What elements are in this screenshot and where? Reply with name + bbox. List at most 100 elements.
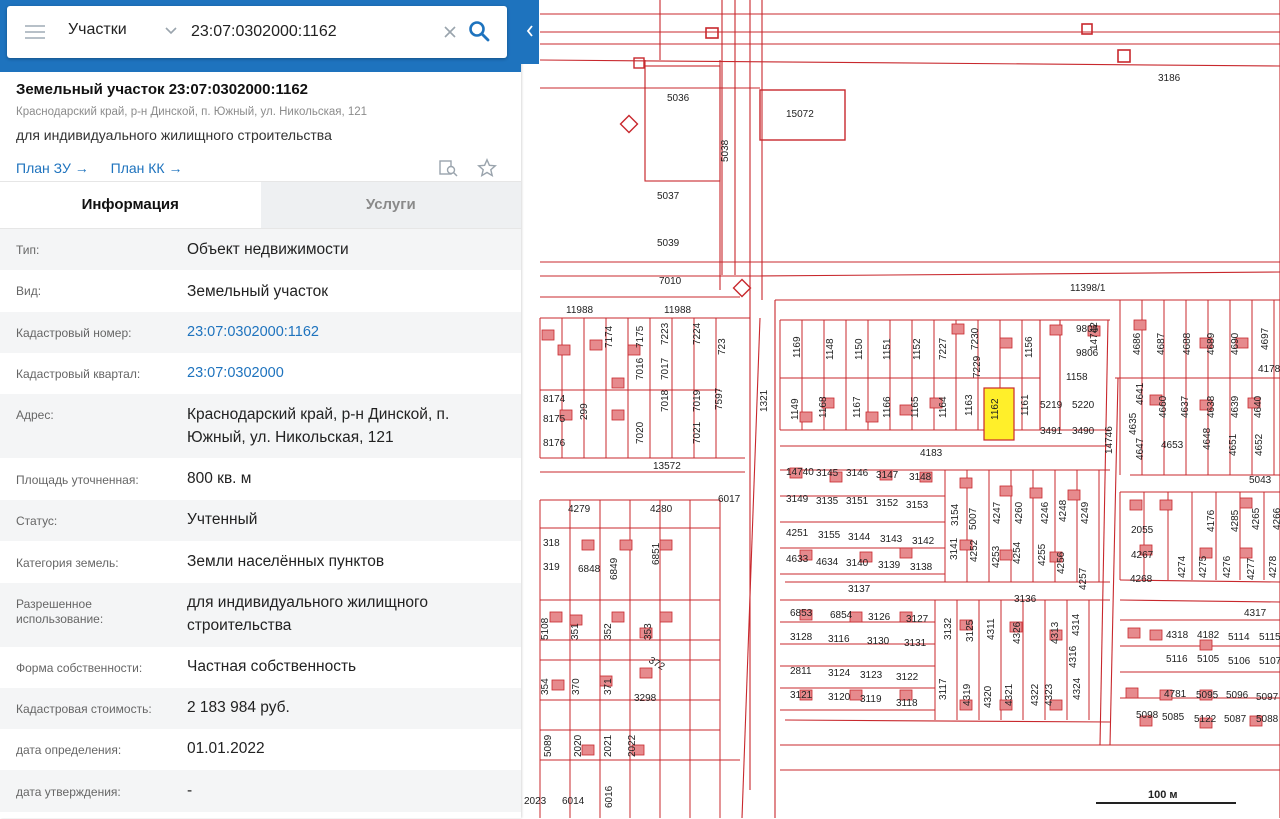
info-row: Тип: Объект недвижимости <box>0 229 521 270</box>
map-building <box>589 339 603 351</box>
parcel-number-label: 4686 <box>1132 332 1143 355</box>
parcel-number-label: 3140 <box>846 558 869 569</box>
parcel-number-label: 4634 <box>816 557 839 568</box>
parcel-number-label: 370 <box>571 678 582 695</box>
parcel-number-label: 4311 <box>986 618 997 640</box>
clear-icon[interactable] <box>441 23 459 41</box>
parcel-number-label: 4260 <box>1014 501 1025 524</box>
parcel-number-label: 3147 <box>876 470 899 481</box>
info-row: Кадастровый квартал: 23:07:0302000 <box>0 353 521 394</box>
parcel-number-label: 4279 <box>568 504 591 515</box>
map-building <box>865 411 879 423</box>
parcel-number-label: 6848 <box>578 564 601 575</box>
info-label: Вид: <box>16 284 42 298</box>
parcel-number-label: 4660 <box>1158 395 1169 418</box>
parcel-number-label: 4182 <box>1197 630 1220 641</box>
parcel-boundary <box>1099 319 1109 746</box>
info-label: Статус: <box>16 514 58 528</box>
parcel-number-label: 5107 <box>1259 656 1280 667</box>
map-building <box>1149 629 1163 641</box>
info-value-link[interactable]: 23:07:0302000 <box>187 362 505 385</box>
parcel-number-label: 7229 <box>972 355 983 378</box>
search-icon[interactable] <box>468 20 490 42</box>
info-table: Тип: Объект недвижимости Вид: Земельный уча… <box>0 229 521 819</box>
plan-kk-link[interactable]: План КК → <box>111 160 183 176</box>
parcel-number-label: 4316 <box>1068 645 1079 668</box>
info-value: 2 183 984 руб. <box>187 699 290 716</box>
info-row: Кадастровый номер: 23:07:0302000:1162 <box>0 312 521 353</box>
parcel-number-label: 3130 <box>867 636 890 647</box>
parcel-number-label: 5085 <box>1162 712 1185 723</box>
parcel-number-label: 5037 <box>657 191 680 202</box>
plan-zu-label: План ЗУ <box>16 160 71 176</box>
chevron-down-icon[interactable] <box>164 24 178 38</box>
plan-zu-link[interactable]: План ЗУ → <box>16 160 89 176</box>
parcel-number-label: 371 <box>603 678 614 695</box>
info-label: Кадастровый номер: <box>16 326 132 340</box>
parcel-number-label: 2055 <box>1131 525 1154 536</box>
map-building <box>639 667 653 679</box>
parcel-number-label: 1167 <box>852 396 863 418</box>
parcel-number-label: 3155 <box>818 530 841 541</box>
parcel-number-label: 4257 <box>1078 567 1089 590</box>
info-value: Учтенный <box>187 511 258 528</box>
parcel-number-label: 4313 <box>1050 621 1061 644</box>
tab-services[interactable]: Услуги <box>260 182 521 228</box>
parcel-number-label: 4253 <box>991 545 1002 568</box>
parcel-number-label: 5108 <box>540 617 551 640</box>
parcel-number-label: 3118 <box>896 698 918 709</box>
parcel-number-label: 354 <box>540 678 551 695</box>
info-label: Категория земель: <box>16 556 119 570</box>
tab-information[interactable]: Информация <box>0 182 261 228</box>
parcel-number-label: 723 <box>717 338 728 355</box>
parcel-number-label: 4689 <box>1206 332 1217 355</box>
parcel-boundary <box>539 59 1280 67</box>
info-value-link[interactable]: 23:07:0302000:1162 <box>187 321 505 344</box>
info-value: для индивидуального жилищного строительс… <box>187 594 428 634</box>
map-building <box>619 539 633 551</box>
parcel-number-label: 3144 <box>848 532 871 543</box>
parcel-number-label: 4277 <box>1246 557 1257 580</box>
parcel-number-label: 5007 <box>968 507 979 530</box>
info-label: Форма собственности: <box>16 661 143 675</box>
parcel-number-label: 1161 <box>1020 394 1031 416</box>
info-row: Форма собственности: Частная собственност… <box>0 647 521 688</box>
search-in-area-icon[interactable] <box>438 159 459 182</box>
parcel-number-label: 5036 <box>667 93 690 104</box>
parcel-number-label: 4323 <box>1044 683 1055 706</box>
search-type-select[interactable]: Участки <box>68 21 127 39</box>
info-label: Кадастровый квартал: <box>16 367 141 381</box>
parcel-number-label: 319 <box>543 562 560 573</box>
parcel-number-label: 4267 <box>1131 550 1154 561</box>
info-label: Адрес: <box>16 408 54 422</box>
parcel-number-label: 2020 <box>573 734 584 757</box>
parcel-number-label: 5122 <box>1194 714 1217 725</box>
map-building <box>1133 319 1147 331</box>
parcel-number-label: 353 <box>643 623 654 640</box>
map-building <box>659 611 673 623</box>
info-label: дата утверждения: <box>16 785 121 799</box>
parcel-purpose: для индивидуального жилищного строительс… <box>16 127 332 143</box>
parcel-number-label: 4633 <box>786 554 809 565</box>
parcel-number-label: 15072 <box>786 109 814 120</box>
parcel-number-label: 4326 <box>1012 621 1023 644</box>
collapse-panel-button[interactable] <box>521 0 539 64</box>
parcel-number-label: 2023 <box>524 796 547 807</box>
info-value: 01.01.2022 <box>187 740 265 757</box>
parcel-number-label: 5089 <box>543 734 554 757</box>
map-building <box>1239 547 1253 559</box>
info-row: Статус: Учтенный <box>0 500 521 541</box>
parcel-number-label: 4652 <box>1254 433 1265 456</box>
parcel-number-label: 4280 <box>650 504 673 515</box>
parcel-number-label: 4637 <box>1180 395 1191 418</box>
parcel-number-label: 7020 <box>635 421 646 444</box>
menu-icon[interactable] <box>25 25 45 39</box>
star-icon[interactable] <box>476 158 498 183</box>
search-input[interactable] <box>191 19 436 45</box>
parcel-number-label: 3152 <box>876 498 899 509</box>
map-building <box>799 411 813 423</box>
parcel-number-label: 5096 <box>1226 690 1249 701</box>
map-building <box>549 611 563 623</box>
parcel-number-label: 3491 <box>1040 426 1063 437</box>
map-building <box>705 27 719 39</box>
